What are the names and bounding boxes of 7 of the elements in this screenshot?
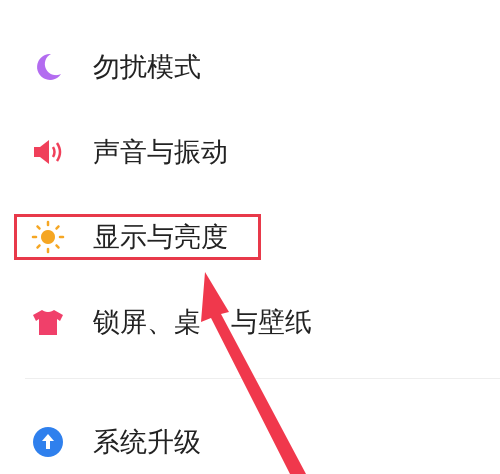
setting-label[interactable]: 勿扰模式 — [93, 48, 201, 84]
setting-label[interactable]: 锁屏、桌 — [93, 304, 201, 340]
setting-label[interactable]: 系统升级 — [93, 424, 201, 460]
sun-icon — [31, 220, 65, 254]
setting-label[interactable]: 显示与亮度 — [93, 218, 228, 254]
setting-label[interactable]: 与壁纸 — [231, 304, 312, 340]
setting-label[interactable]: 声音与振动 — [93, 134, 228, 170]
